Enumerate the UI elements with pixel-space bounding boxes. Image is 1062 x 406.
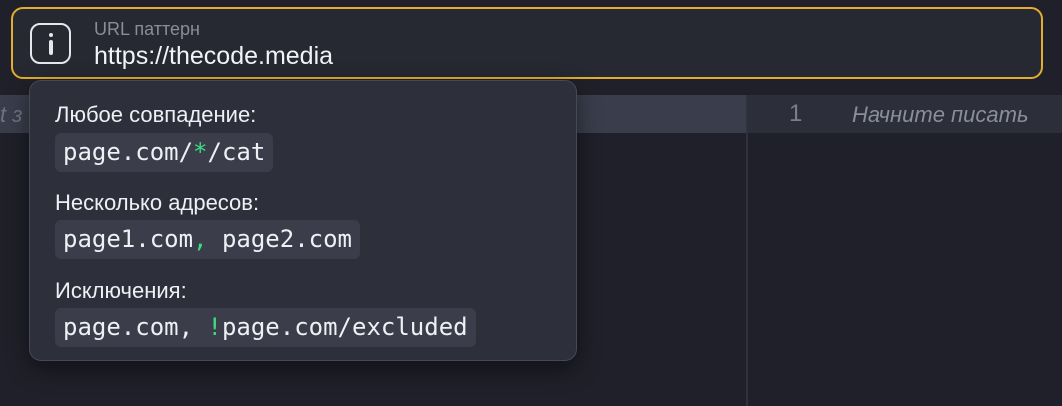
url-pattern-help-tooltip: Любое совпадение: page.com/*/cat Несколь… [29, 80, 577, 361]
url-pattern-field[interactable]: URL паттерн https://thecode.media [11, 7, 1043, 79]
code-text: page2.com [207, 225, 352, 253]
code-text: page1.com [63, 225, 194, 253]
left-pane-placeholder: t з [0, 102, 23, 127]
code-text: /cat [207, 138, 266, 166]
page: t з 1 Начните писать URL паттерн https:/… [0, 0, 1062, 406]
editor-placeholder[interactable]: Начните писать [852, 102, 1029, 128]
info-icon-bar [48, 40, 53, 55]
code-text: page.com, [63, 313, 208, 341]
exclusion-symbol: ! [207, 313, 222, 341]
exclusions-example: page.com, !page.com/excluded [55, 308, 476, 347]
line-number: 1 [789, 100, 803, 127]
multiple-urls-example: page1.com, page2.com [55, 220, 360, 259]
info-icon[interactable] [30, 23, 71, 64]
exclusions-label: Исключения: [55, 278, 187, 303]
info-icon-dot [48, 33, 53, 37]
code-text: page.com/ [63, 138, 194, 166]
url-pattern-label: URL паттерн [94, 19, 200, 39]
separator-symbol: , [193, 225, 208, 253]
code-editor[interactable]: 1 Начните писать [748, 95, 1062, 406]
wildcard-symbol: * [193, 138, 208, 166]
any-match-example: page.com/*/cat [55, 133, 274, 172]
any-match-label: Любое совпадение: [55, 102, 257, 127]
multiple-urls-label: Несколько адресов: [55, 190, 260, 215]
url-pattern-input[interactable]: https://thecode.media [94, 42, 333, 71]
editor-active-line: 1 Начните писать [748, 95, 1062, 133]
code-text: page.com/excluded [221, 313, 468, 341]
